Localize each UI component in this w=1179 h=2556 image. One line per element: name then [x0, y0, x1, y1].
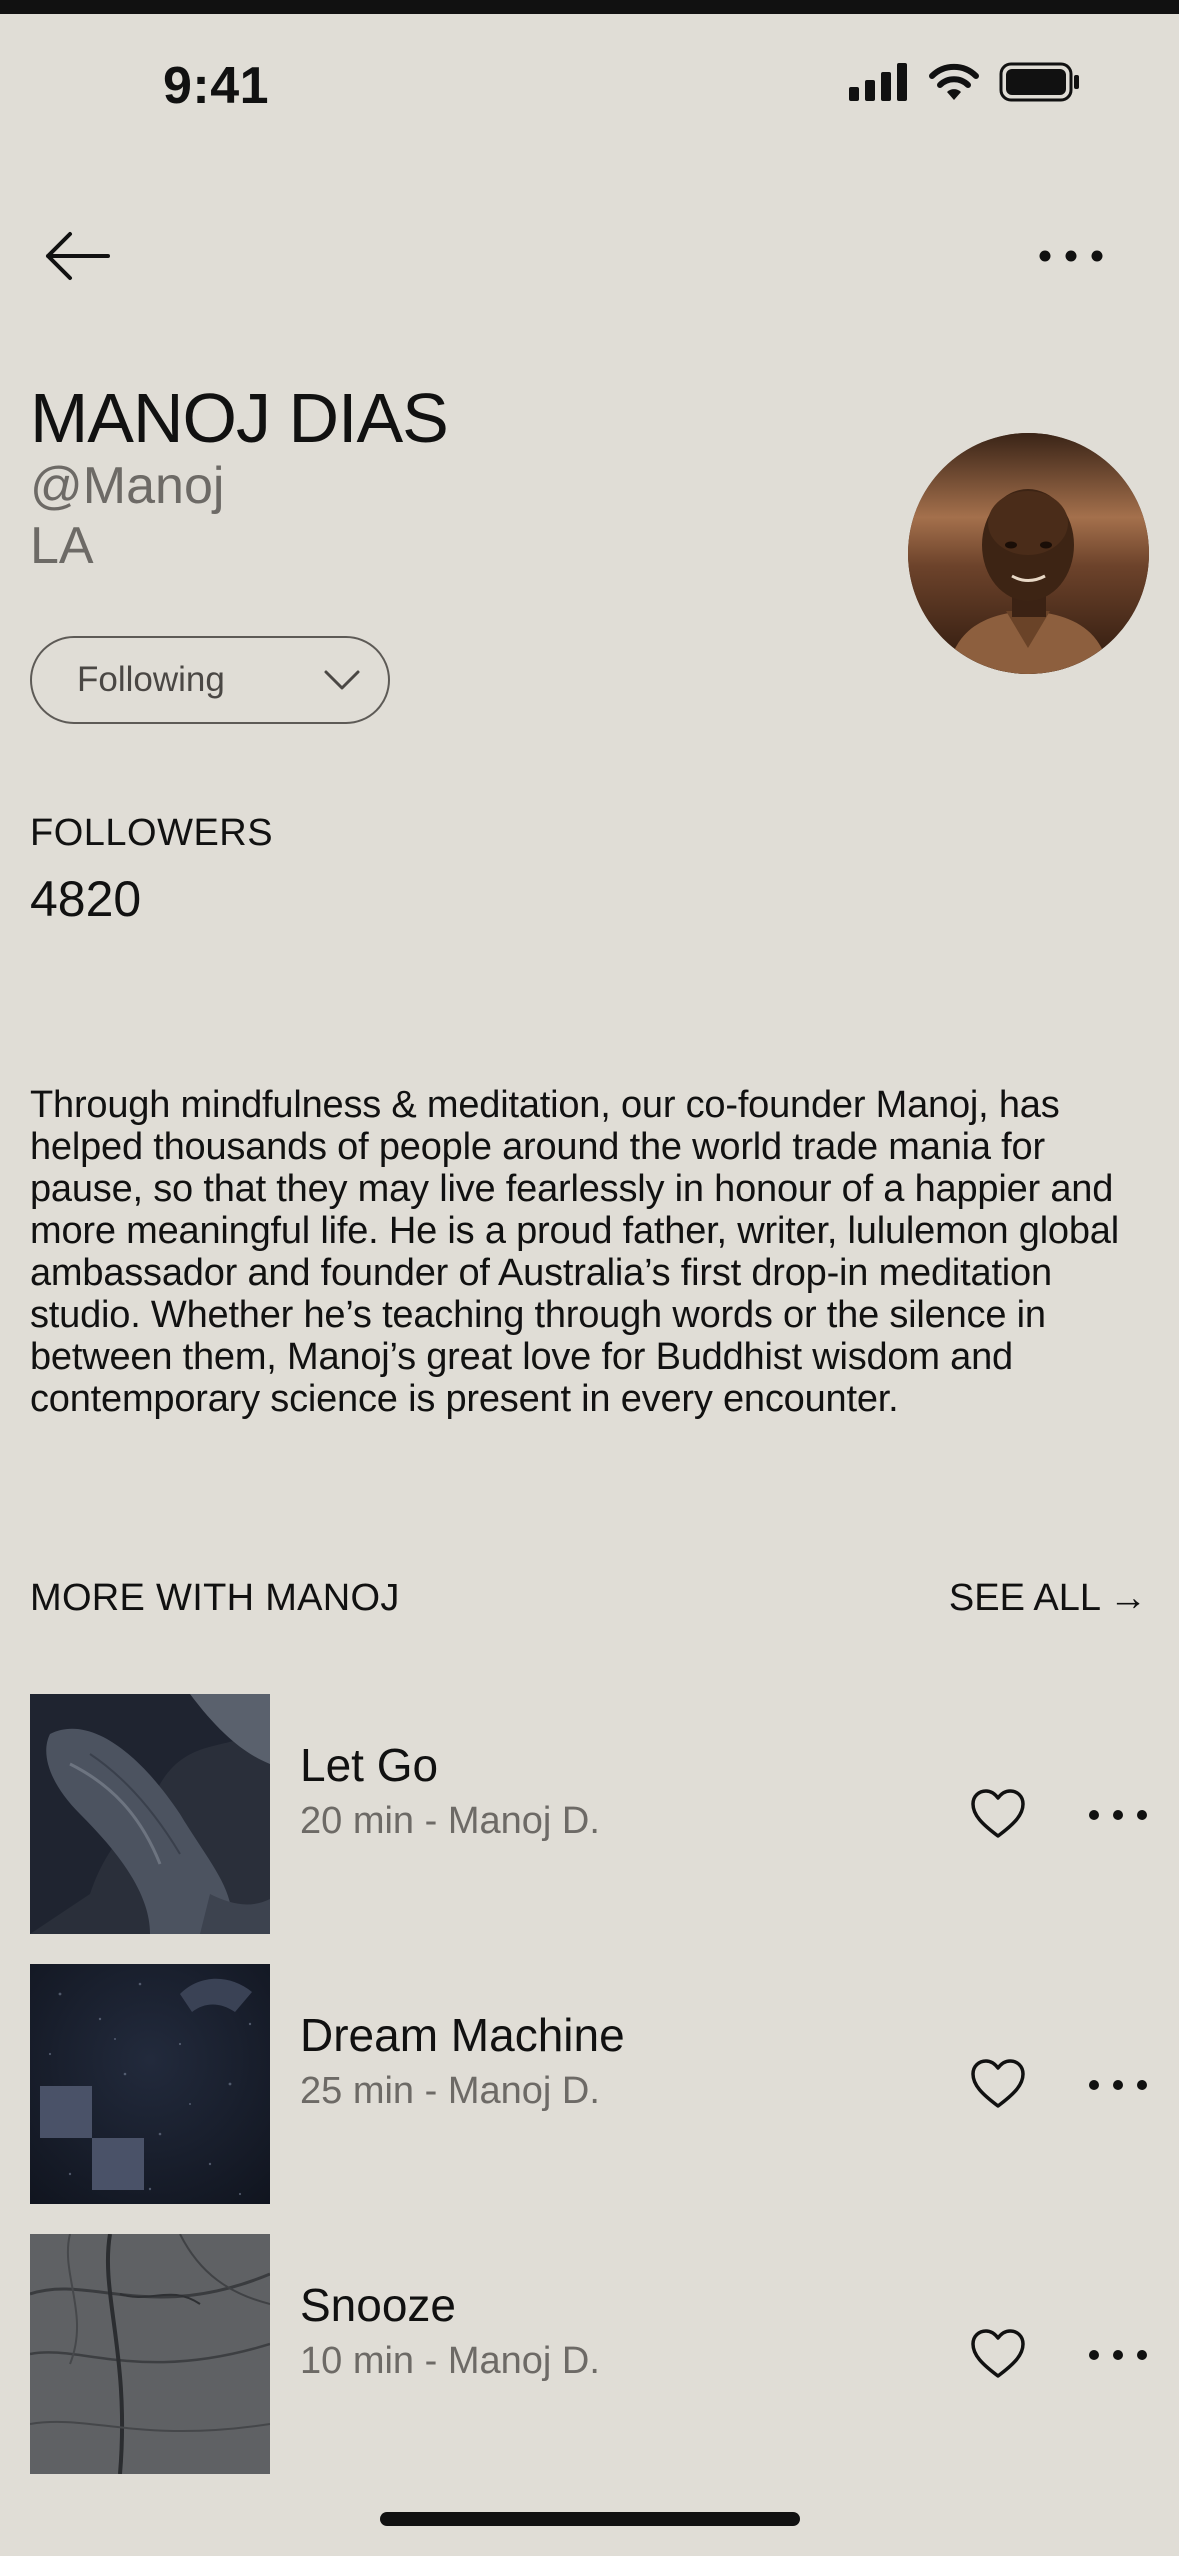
followers-label: FOLLOWERS [30, 812, 274, 854]
track-more-button[interactable] [1088, 2340, 1148, 2370]
arrow-right-icon: → [1109, 1577, 1147, 1619]
heart-icon [971, 1789, 1025, 1838]
ellipsis-icon [1089, 2350, 1147, 2360]
followers-count: 4820 [30, 871, 142, 927]
ellipsis-icon [1089, 1810, 1147, 1820]
battery-icon [999, 62, 1079, 102]
track-thumbnail [30, 1694, 270, 1934]
favorite-button[interactable] [970, 2328, 1026, 2380]
following-label: Following [77, 660, 225, 699]
profile-location: LA [30, 517, 94, 575]
section-title: MORE WITH MANOJ [30, 1577, 400, 1619]
status-icons [849, 62, 1081, 102]
signal-icon [849, 63, 907, 101]
see-all-link[interactable]: SEE ALL → [949, 1577, 1147, 1620]
track-thumbnail [30, 2234, 270, 2474]
following-dropdown-button[interactable]: Following [30, 636, 390, 724]
status-time: 9:41 [163, 57, 270, 115]
track-meta: 20 min - Manoj D. [300, 1800, 600, 1842]
track-thumbnail [30, 1964, 270, 2204]
ellipsis-icon [1089, 2080, 1147, 2090]
list-item[interactable]: Dream Machine 25 min - Manoj D. [30, 1964, 1150, 2204]
profile-bio: Through mindfulness & meditation, our co… [30, 1084, 1119, 1420]
track-title: Dream Machine [300, 2009, 625, 2061]
track-meta: 10 min - Manoj D. [300, 2340, 600, 2382]
profile-name: MANOJ DIAS [30, 379, 449, 457]
track-meta: 25 min - Manoj D. [300, 2070, 600, 2112]
list-item[interactable]: Let Go 20 min - Manoj D. [30, 1694, 1150, 1934]
heart-icon [971, 2329, 1025, 2378]
more-options-button[interactable] [1036, 236, 1106, 276]
see-all-label: SEE ALL [948, 1577, 1101, 1619]
profile-handle: @Manoj [30, 457, 225, 515]
back-arrow-icon [46, 232, 110, 280]
wifi-icon [929, 63, 979, 100]
track-more-button[interactable] [1088, 2070, 1148, 2100]
list-item[interactable]: Snooze 10 min - Manoj D. [30, 2234, 1150, 2474]
back-button[interactable] [44, 228, 114, 284]
favorite-button[interactable] [970, 1788, 1026, 1840]
home-indicator[interactable] [380, 2512, 800, 2526]
track-title: Snooze [300, 2279, 457, 2331]
chevron-down-icon [324, 670, 360, 690]
ellipsis-icon [1039, 250, 1103, 262]
favorite-button[interactable] [970, 2058, 1026, 2110]
track-more-button[interactable] [1088, 1800, 1148, 1830]
top-edge-bar [0, 0, 1179, 14]
track-title: Let Go [300, 1739, 439, 1791]
avatar [908, 433, 1149, 674]
heart-icon [971, 2059, 1025, 2108]
